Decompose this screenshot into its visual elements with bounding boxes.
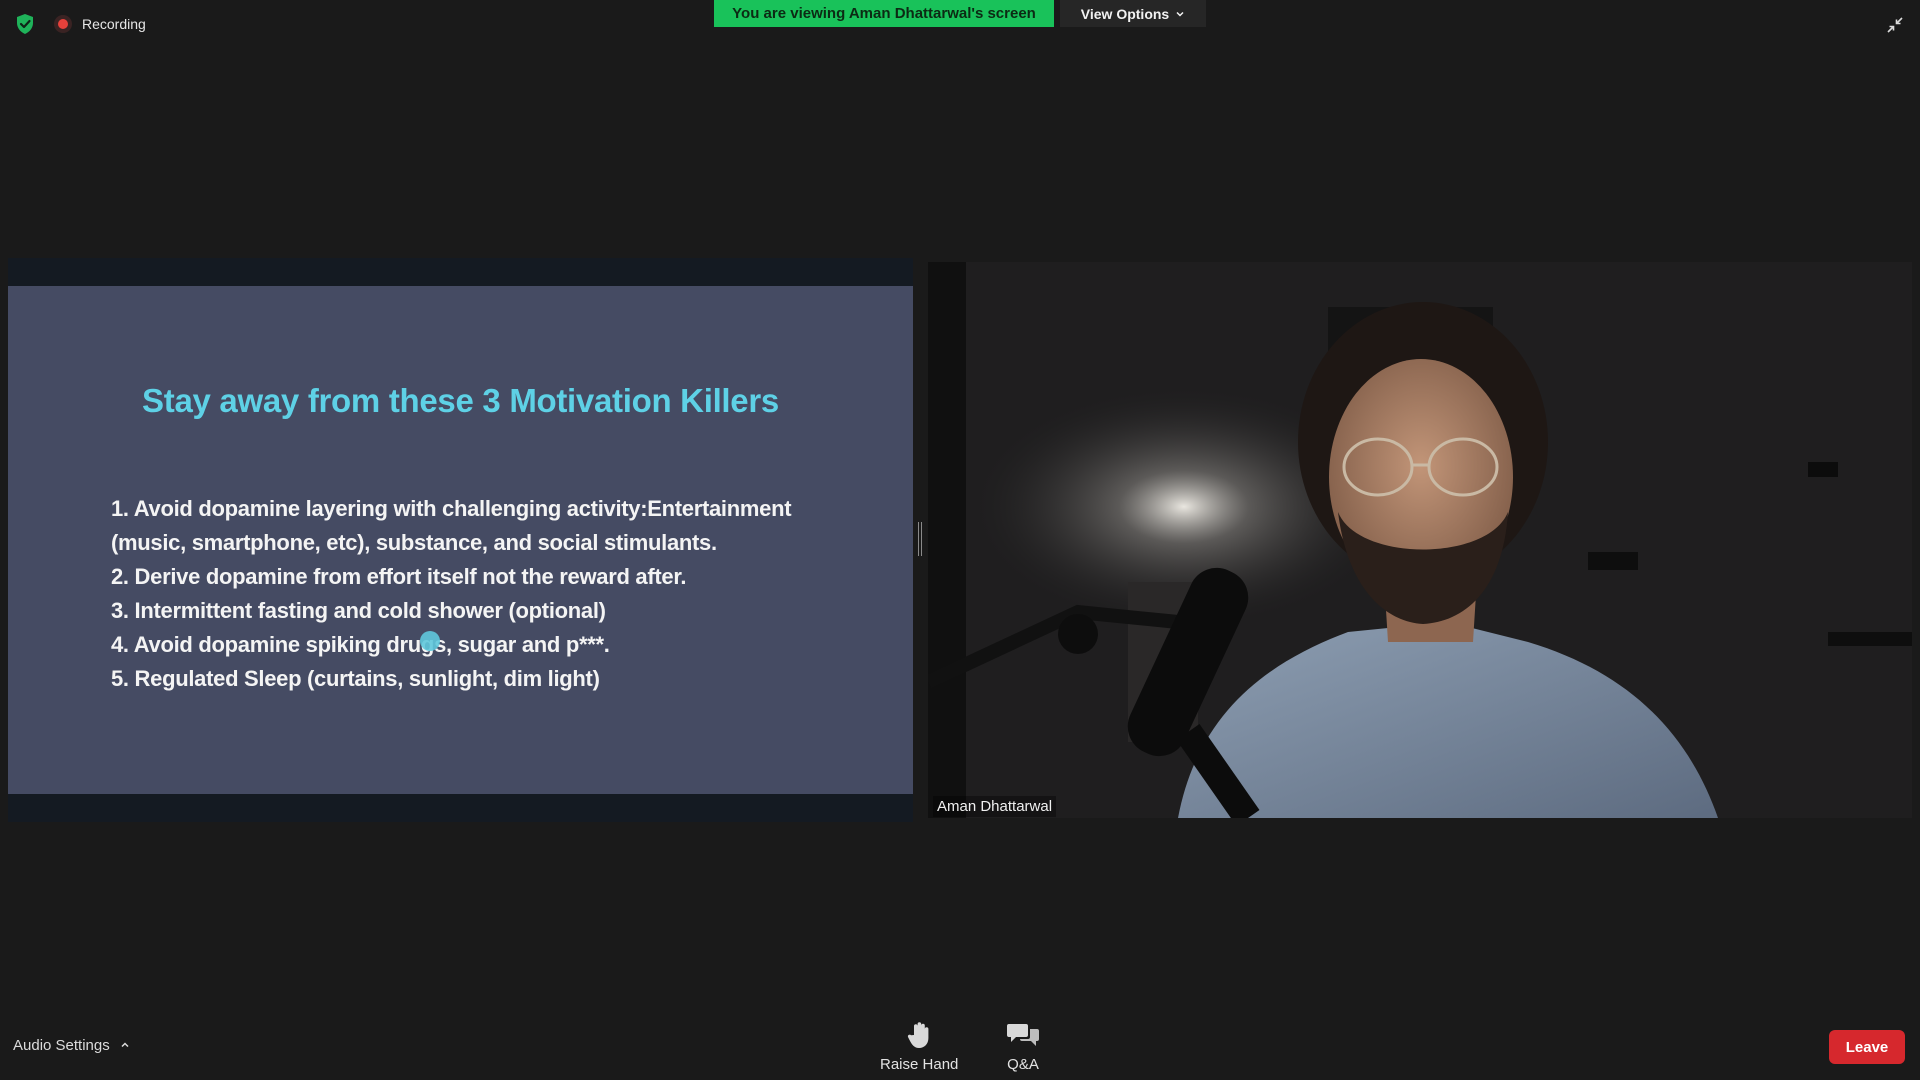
- recording-label: Recording: [82, 16, 146, 32]
- shared-screen: Stay away from these 3 Motivation Killer…: [8, 258, 913, 822]
- participant-name-tag: Aman Dhattarwal: [933, 796, 1057, 817]
- top-left-status: Recording: [14, 12, 146, 36]
- qa-button[interactable]: Q&A: [1006, 1020, 1040, 1073]
- viewing-screen-banner: You are viewing Aman Dhattarwal's screen: [714, 0, 1054, 27]
- slide-line: (music, smartphone, etc), substance, and…: [111, 530, 717, 555]
- slide-line: 2. Derive dopamine from effort itself no…: [111, 564, 687, 589]
- qa-label: Q&A: [1007, 1056, 1039, 1073]
- chevron-down-icon: [1175, 9, 1185, 19]
- hand-icon: [906, 1020, 932, 1050]
- slide-line: 3. Intermittent fasting and cold shower …: [111, 598, 606, 623]
- slide-line: 5. Regulated Sleep (curtains, sunlight, …: [111, 666, 600, 691]
- presenter-cursor: [420, 631, 440, 651]
- slide-bullet-list: 1. Avoid dopamine layering with challeng…: [111, 492, 831, 696]
- record-dot-icon: [54, 15, 72, 33]
- raise-hand-button[interactable]: Raise Hand: [880, 1020, 958, 1073]
- chevron-up-icon: [120, 1037, 130, 1054]
- panel-resize-handle[interactable]: [917, 522, 923, 556]
- speech-bubbles-icon: [1006, 1020, 1040, 1050]
- view-options-button[interactable]: View Options: [1060, 0, 1206, 27]
- audio-settings-label: Audio Settings: [13, 1037, 110, 1054]
- slide-title: Stay away from these 3 Motivation Killer…: [142, 382, 779, 419]
- leave-button[interactable]: Leave: [1829, 1030, 1905, 1064]
- participant-video[interactable]: [928, 262, 1912, 818]
- exit-fullscreen-icon[interactable]: [1882, 12, 1908, 38]
- slide-line: 1. Avoid dopamine layering with challeng…: [111, 496, 792, 521]
- shield-check-icon[interactable]: [14, 12, 36, 36]
- presentation-slide: Stay away from these 3 Motivation Killer…: [8, 286, 913, 794]
- raise-hand-label: Raise Hand: [880, 1056, 959, 1073]
- audio-settings-button[interactable]: Audio Settings: [13, 1037, 130, 1054]
- view-options-label: View Options: [1080, 5, 1170, 22]
- zoom-meeting-window: Recording You are viewing Aman Dhattarwa…: [0, 0, 1920, 1080]
- recording-indicator[interactable]: Recording: [54, 15, 146, 33]
- slide-line: 4. Avoid dopamine spiking drugs, sugar a…: [111, 632, 610, 657]
